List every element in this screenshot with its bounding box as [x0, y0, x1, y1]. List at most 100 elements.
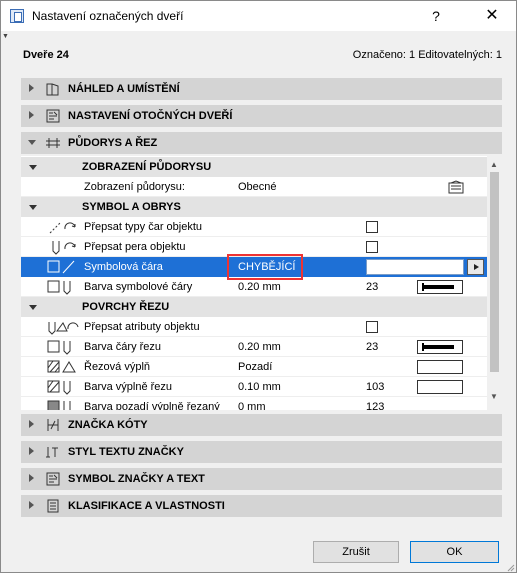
row-label: Barva pozadí výplně řezaný	[84, 401, 220, 410]
row-override-line-types[interactable]: Přepsat typy čar objektu	[21, 217, 487, 237]
collapse-arrow-icon	[28, 140, 36, 145]
scroll-down-icon[interactable]: ▼	[490, 392, 498, 401]
section-label: NÁHLED A UMÍSTĚNÍ	[68, 83, 180, 95]
expand-arrow-icon	[29, 474, 34, 482]
section-label: ZNAČKA KÓTY	[68, 419, 148, 431]
help-button[interactable]: ?	[421, 5, 451, 27]
section-dimension-marker[interactable]: ZNAČKA KÓTY	[21, 414, 502, 436]
row-label: Přepsat atributy objektu	[84, 321, 200, 333]
subgroup-cut-surfaces[interactable]: POVRCHY ŘEZU	[21, 297, 487, 317]
floorplan-section-icon	[46, 138, 60, 148]
subgroup-label: SYMBOL A OBRYS	[82, 201, 181, 213]
hatch-fill-icon	[47, 360, 76, 373]
expand-arrow-icon	[29, 501, 34, 509]
row-label: Barva symbolové čáry	[84, 281, 193, 293]
resize-grip-icon[interactable]	[505, 562, 515, 572]
row-cut-line-color[interactable]: Barva čáry řezu 0.20 mm 23	[21, 337, 487, 357]
collapse-arrow-icon	[29, 205, 37, 210]
section-classification[interactable]: KLASIFIKACE A VLASTNOSTI	[21, 495, 502, 517]
row-label: Symbolová čára	[84, 261, 163, 273]
expand-arrow-icon	[29, 111, 34, 119]
ok-button[interactable]: OK	[410, 541, 499, 563]
pen-swatch[interactable]	[417, 340, 463, 354]
section-label: PŮDORYS A ŘEZ	[68, 137, 158, 149]
marker-symbol-icon	[46, 472, 60, 486]
row-value: 0.20 mm	[238, 341, 281, 353]
fill-swatch[interactable]	[417, 360, 463, 374]
row-value: 0.20 mm	[238, 281, 281, 293]
expand-arrow-icon	[29, 447, 34, 455]
row-cut-fill-color[interactable]: Barva výplně řezu 0.10 mm 103	[21, 377, 487, 397]
subgroup-label: POVRCHY ŘEZU	[82, 301, 170, 313]
subgroup-label: ZOBRAZENÍ PŮDORYSU	[82, 161, 212, 173]
close-button[interactable]: ✕	[477, 5, 507, 27]
row-symbol-line-color[interactable]: Barva symbolové čáry 0.20 mm 23	[21, 277, 487, 297]
subgroup-floorplan-display[interactable]: ZOBRAZENÍ PŮDORYSU	[21, 157, 487, 177]
line-types-icon	[49, 221, 76, 234]
row-value: 0 mm	[238, 401, 266, 410]
section-door-settings[interactable]: NASTAVENÍ OTOČNÝCH DVEŘÍ	[21, 105, 502, 127]
section-label: NASTAVENÍ OTOČNÝCH DVEŘÍ	[68, 110, 233, 122]
row-override-attributes[interactable]: Přepsat atributy objektu	[21, 317, 487, 337]
cut-line-pen-icon	[47, 340, 71, 355]
override-attributes-checkbox[interactable]	[366, 321, 378, 333]
title-bar: Nastavení označených dveří ? ✕	[1, 1, 516, 31]
hatch-pen-icon	[47, 380, 71, 395]
row-cut-fill[interactable]: Řezová výplň Pozadí	[21, 357, 487, 377]
expand-arrow-icon	[29, 84, 34, 92]
line-type-field[interactable]	[366, 259, 464, 275]
collapse-arrow-icon	[29, 165, 37, 170]
pen-color-icon	[47, 280, 71, 295]
classification-icon	[47, 499, 59, 513]
object-name: Dveře 24	[23, 49, 69, 61]
pen-number[interactable]: 23	[366, 341, 378, 353]
row-label: Přepsat typy čar objektu	[84, 221, 203, 233]
dialog-title: Nastavení označených dveří	[32, 9, 184, 23]
section-label: STYL TEXTU ZNAČKY	[68, 446, 184, 458]
symbol-line-icon	[47, 260, 75, 274]
subgroup-symbol[interactable]: SYMBOL A OBRYS	[21, 197, 487, 217]
pen-swatch[interactable]	[417, 280, 463, 294]
symbol-line-value[interactable]: CHYBĚJÍCÍ	[238, 261, 295, 273]
section-marker-symbol[interactable]: SYMBOL ZNAČKY A TEXT	[21, 468, 502, 490]
panel-scrollbar[interactable]: ▲ ▼	[487, 156, 502, 410]
row-label: Řezová výplň	[84, 361, 151, 373]
floorplan-panel: ZOBRAZENÍ PŮDORYSU Zobrazení půdorysu: O…	[21, 156, 502, 410]
row-label: Barva čáry řezu	[84, 341, 162, 353]
row-label: Barva výplně řezu	[84, 381, 173, 393]
row-label: Zobrazení půdorysu:	[84, 181, 185, 193]
pin-icon: ▼	[2, 33, 9, 40]
row-value[interactable]: Obecné	[238, 181, 277, 193]
dimension-marker-icon	[47, 419, 59, 431]
row-symbol-line[interactable]: Symbolová čára CHYBĚJÍCÍ	[21, 254, 487, 280]
pen-number[interactable]: 103	[366, 381, 384, 393]
collapse-arrow-icon	[29, 305, 37, 310]
text-style-icon	[46, 447, 58, 458]
door-settings-icon	[46, 109, 60, 123]
floorplan-display-icon[interactable]	[448, 180, 464, 194]
pen-number[interactable]: 23	[366, 281, 378, 293]
expand-arrow-icon	[29, 420, 34, 428]
section-preview[interactable]: NÁHLED A UMÍSTĚNÍ	[21, 78, 502, 100]
pen-override-icon	[52, 241, 76, 255]
cancel-button[interactable]: Zrušit	[313, 541, 399, 563]
fill-background-icon	[47, 400, 71, 410]
section-text-style[interactable]: STYL TEXTU ZNAČKY	[21, 441, 502, 463]
row-value: Pozadí	[238, 361, 273, 373]
line-type-picker-button[interactable]	[467, 259, 484, 275]
row-cut-fill-background[interactable]: Barva pozadí výplně řezaný 0 mm 123	[21, 397, 487, 410]
scroll-thumb[interactable]	[490, 172, 499, 372]
row-floorplan-display[interactable]: Zobrazení půdorysu: Obecné	[21, 177, 487, 197]
door-settings-dialog: Nastavení označených dveří ? ✕ ▼ Dveře 2…	[0, 0, 517, 573]
pen-swatch[interactable]	[417, 380, 463, 394]
pen-number[interactable]: 123	[366, 401, 384, 410]
override-pens-checkbox[interactable]	[366, 241, 378, 253]
row-label: Přepsat pera objektu	[84, 241, 186, 253]
override-line-types-checkbox[interactable]	[366, 221, 378, 233]
scroll-up-icon[interactable]: ▲	[490, 160, 498, 169]
attribute-override-icon	[48, 322, 79, 335]
section-floorplan[interactable]: PŮDORYS A ŘEZ	[21, 132, 502, 154]
section-label: KLASIFIKACE A VLASTNOSTI	[68, 500, 225, 512]
preview-icon	[46, 83, 59, 96]
section-label: SYMBOL ZNAČKY A TEXT	[68, 473, 205, 485]
